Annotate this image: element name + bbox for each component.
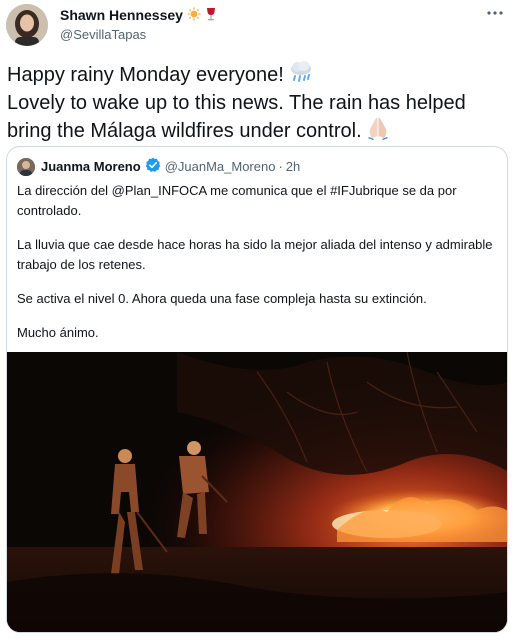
quoted-timestamp: 2h [285, 159, 301, 174]
quoted-author-handle: @JuanMa_Moreno [164, 159, 276, 174]
tweet-line-1: Happy rainy Monday everyone! [7, 60, 512, 91]
author-name[interactable]: Shawn Hennessey [60, 7, 183, 23]
wildfire-photo-image [7, 351, 507, 632]
folded-hands-emoji [366, 116, 390, 147]
verified-badge-icon [145, 157, 161, 176]
quoted-separator: · [278, 159, 283, 174]
author-name-row[interactable]: Shawn Hennessey [60, 7, 217, 23]
quoted-paragraph: La dirección del @Plan_INFOCA me comunic… [17, 183, 457, 218]
quoted-paragraph: Mucho ánimo. [17, 325, 99, 340]
author-handle[interactable]: @SevillaTapas [60, 27, 217, 42]
quoted-paragraph: La lluvia que cae desde hace horas ha si… [17, 237, 493, 272]
quoted-tweet[interactable]: Juanma Moreno @JuanMa_Moreno · 2h La dir… [6, 146, 508, 633]
quoted-tweet-text: La dirección del @Plan_INFOCA me comunic… [17, 181, 495, 357]
wine-glass-emoji [205, 7, 217, 23]
tweet-line-2: Lovely to wake up to this news. The rain… [7, 91, 512, 147]
quoted-author-avatar [17, 157, 35, 176]
tweet: Shawn Hennessey @SevillaTapas Happy rain… [0, 0, 517, 640]
quoted-paragraph: Se activa el nivel 0. Ahora queda una fa… [17, 291, 427, 306]
quoted-tweet-header: Juanma Moreno @JuanMa_Moreno · 2h [17, 157, 300, 176]
tweet-line-1-text: Happy rainy Monday everyone! [7, 64, 284, 86]
quoted-media-photo[interactable] [7, 351, 507, 632]
sun-emoji [187, 7, 201, 23]
quoted-author-name: Juanma Moreno [41, 159, 141, 174]
cloud-with-rain-emoji [288, 60, 314, 91]
author-info: Shawn Hennessey @SevillaTapas [60, 7, 217, 42]
tweet-text: Happy rainy Monday everyone! Lovely to w… [7, 60, 512, 147]
tweet-line-2-text: Lovely to wake up to this news. The rain… [7, 92, 466, 142]
more-options-icon[interactable] [483, 4, 507, 24]
author-avatar[interactable] [6, 4, 48, 46]
